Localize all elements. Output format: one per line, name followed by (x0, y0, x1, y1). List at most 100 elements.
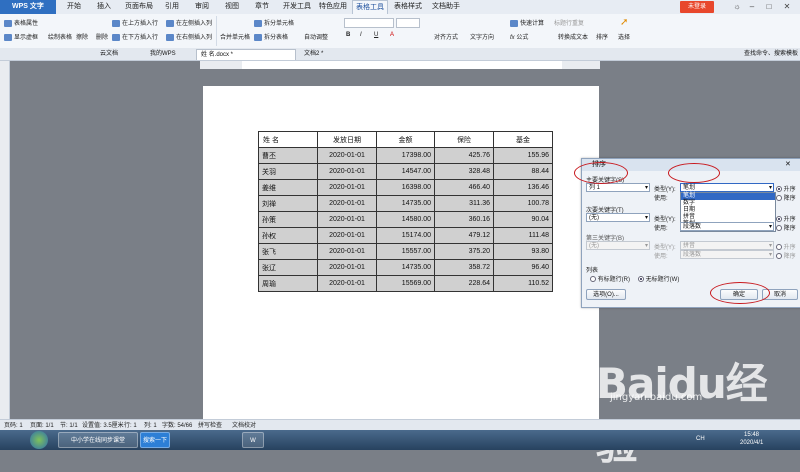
table-row[interactable]: 周瑜 2020-01-01 15569.00 228.64 110.52 (258, 275, 553, 292)
text-direction-button[interactable]: 文字方向 (470, 32, 494, 41)
table-cell[interactable]: 曹丕 (258, 147, 318, 164)
table-cell[interactable]: 金额 (376, 131, 435, 148)
table-cell[interactable]: 姜维 (258, 179, 318, 196)
font-name-input[interactable] (344, 18, 394, 28)
table-cell[interactable]: 关羽 (258, 163, 318, 180)
type-option[interactable]: 笔划 (681, 193, 775, 200)
table-cell[interactable]: 16398.00 (376, 179, 435, 196)
type-option[interactable]: 日期 (681, 207, 775, 214)
table-row[interactable]: 关羽 2020-01-01 14547.00 328.48 88.44 (258, 163, 553, 180)
taskbar-search-button[interactable]: 搜索一下 (140, 432, 170, 448)
menu-table-tools[interactable]: 表格工具 (352, 0, 388, 14)
table-cell[interactable]: 358.72 (434, 259, 494, 276)
font-color-icon[interactable]: A (390, 32, 394, 38)
tertiary-using-select[interactable]: 段落数 ▾ (680, 250, 774, 259)
merge-cells-button[interactable]: 合并单元格 (220, 32, 250, 41)
insert-above-button[interactable]: 在上方插入行 (112, 18, 158, 27)
split-cells-button[interactable]: 拆分单元格 (254, 18, 294, 27)
menu-table-style[interactable]: 表格样式 (390, 0, 426, 14)
italic-icon[interactable]: I (360, 32, 362, 38)
to-text-button[interactable]: 转换成文本 (558, 32, 588, 41)
table-cell[interactable]: 88.44 (493, 163, 553, 180)
table-cell[interactable]: 375.20 (434, 243, 494, 260)
draw-table-button[interactable]: 绘制表格 (48, 32, 72, 41)
asc-radio-3[interactable]: 升序 (776, 242, 796, 251)
table-cell[interactable]: 228.64 (434, 275, 494, 292)
desc-radio-1[interactable]: 降序 (776, 193, 796, 202)
table-cell[interactable]: 14735.00 (376, 195, 435, 212)
align-button[interactable]: 对齐方式 (434, 32, 458, 41)
table-cell[interactable]: 周瑜 (258, 275, 318, 292)
select-button[interactable]: 选择 (618, 32, 630, 41)
table-props-button[interactable]: 表格属性 (4, 18, 38, 27)
table-cell[interactable]: 15569.00 (376, 275, 435, 292)
app-menu-button[interactable]: WPS 文字 (0, 0, 56, 14)
insert-left-button[interactable]: 在左侧插入列 (166, 18, 212, 27)
tab-document-1[interactable]: 姓 名.docx * (196, 49, 296, 60)
minimize-icon[interactable]: – (745, 0, 759, 14)
bold-icon[interactable]: B (346, 32, 350, 38)
type-option[interactable]: 数字 (681, 200, 775, 207)
table-cell[interactable]: 96.40 (493, 259, 553, 276)
menu-start[interactable]: 开始 (62, 0, 86, 14)
table-row[interactable]: 曹丕 2020-01-01 17398.00 425.76 155.96 (258, 147, 553, 164)
tab-cloud-docs[interactable]: 云文档 (96, 49, 122, 60)
insert-below-button[interactable]: 在下方插入行 (112, 32, 158, 41)
table-cell[interactable]: 孙策 (258, 211, 318, 228)
desc-radio-2[interactable]: 降序 (776, 223, 796, 232)
menu-insert[interactable]: 插入 (92, 0, 116, 14)
asc-radio-2[interactable]: 升序 (776, 214, 796, 223)
table-cell[interactable]: 张辽 (258, 259, 318, 276)
table-cell[interactable]: 14580.00 (376, 211, 435, 228)
table-cell[interactable]: 刘禅 (258, 195, 318, 212)
tab-my-wps[interactable]: 我的WPS (146, 49, 180, 60)
split-table-button[interactable]: 拆分表格 (254, 32, 288, 41)
menu-dev-tools[interactable]: 开发工具 (280, 0, 314, 14)
table-cell[interactable]: 基金 (493, 131, 553, 148)
menu-review[interactable]: 审阅 (190, 0, 214, 14)
table-cell[interactable]: 孙权 (258, 227, 318, 244)
formula-button[interactable]: fx 公式 (510, 32, 528, 41)
table-row[interactable]: 张飞 2020-01-01 15557.00 375.20 93.80 (258, 243, 553, 260)
font-size-input[interactable] (396, 18, 420, 28)
menu-view[interactable]: 视图 (220, 0, 244, 14)
type-select[interactable]: 笔划 ▾ (680, 183, 774, 192)
dialog-close-icon[interactable]: ✕ (785, 160, 791, 168)
table-cell[interactable]: 155.96 (493, 147, 553, 164)
table-cell[interactable]: 发放日期 (317, 131, 377, 148)
table-cell[interactable]: 17398.00 (376, 147, 435, 164)
primary-key-select[interactable]: 列 1 ▾ (586, 183, 650, 192)
taskbar-lang[interactable]: CH (696, 436, 705, 442)
table-cell[interactable]: 2020-01-01 (317, 147, 377, 164)
table-row[interactable]: 孙策 2020-01-01 14580.00 360.16 90.04 (258, 211, 553, 228)
table-cell[interactable]: 110.52 (493, 275, 553, 292)
underline-icon[interactable]: U (374, 32, 378, 38)
table-cell[interactable]: 111.48 (493, 227, 553, 244)
menu-chapter[interactable]: 章节 (250, 0, 274, 14)
skin-icon[interactable]: ☼ (730, 0, 744, 14)
menu-doc-assistant[interactable]: 文档助手 (428, 0, 464, 14)
menu-references[interactable]: 引用 (160, 0, 184, 14)
asc-radio-1[interactable]: 升序 (776, 184, 796, 193)
menu-features[interactable]: 特色应用 (316, 0, 350, 14)
desc-radio-3[interactable]: 降序 (776, 251, 796, 260)
table-row[interactable]: 姜维 2020-01-01 16398.00 466.40 136.46 (258, 179, 553, 196)
table-cell[interactable]: 保险 (434, 131, 494, 148)
table-cell[interactable]: 479.12 (434, 227, 494, 244)
table-cell[interactable]: 15557.00 (376, 243, 435, 260)
insert-right-button[interactable]: 在右侧插入列 (166, 32, 212, 41)
erase-button[interactable]: 擦除 (76, 32, 88, 41)
table-cell[interactable]: 466.40 (434, 179, 494, 196)
table-cell[interactable]: 90.04 (493, 211, 553, 228)
table-cell[interactable]: 360.16 (434, 211, 494, 228)
salary-table[interactable]: 姓 名发放日期 金额 保险 基金 曹丕 2020-01-01 17398.00 425.76 1… (258, 131, 553, 292)
table-row[interactable]: 刘禅 2020-01-01 14735.00 311.36 100.78 (258, 195, 553, 212)
status-spell-check[interactable]: 拼写检查 (198, 420, 222, 429)
status-doc-check[interactable]: 文档校对 (232, 420, 256, 429)
table-cell[interactable]: 2020-01-01 (317, 259, 377, 276)
table-row[interactable]: 孙权 2020-01-01 15174.00 479.12 111.48 (258, 227, 553, 244)
table-cell[interactable]: 2020-01-01 (317, 195, 377, 212)
close-icon[interactable]: ✕ (780, 0, 794, 14)
no-header-radio[interactable]: 无标题行(W) (638, 274, 679, 283)
table-header-row[interactable]: 姓 名发放日期 金额 保险 基金 (258, 131, 553, 148)
